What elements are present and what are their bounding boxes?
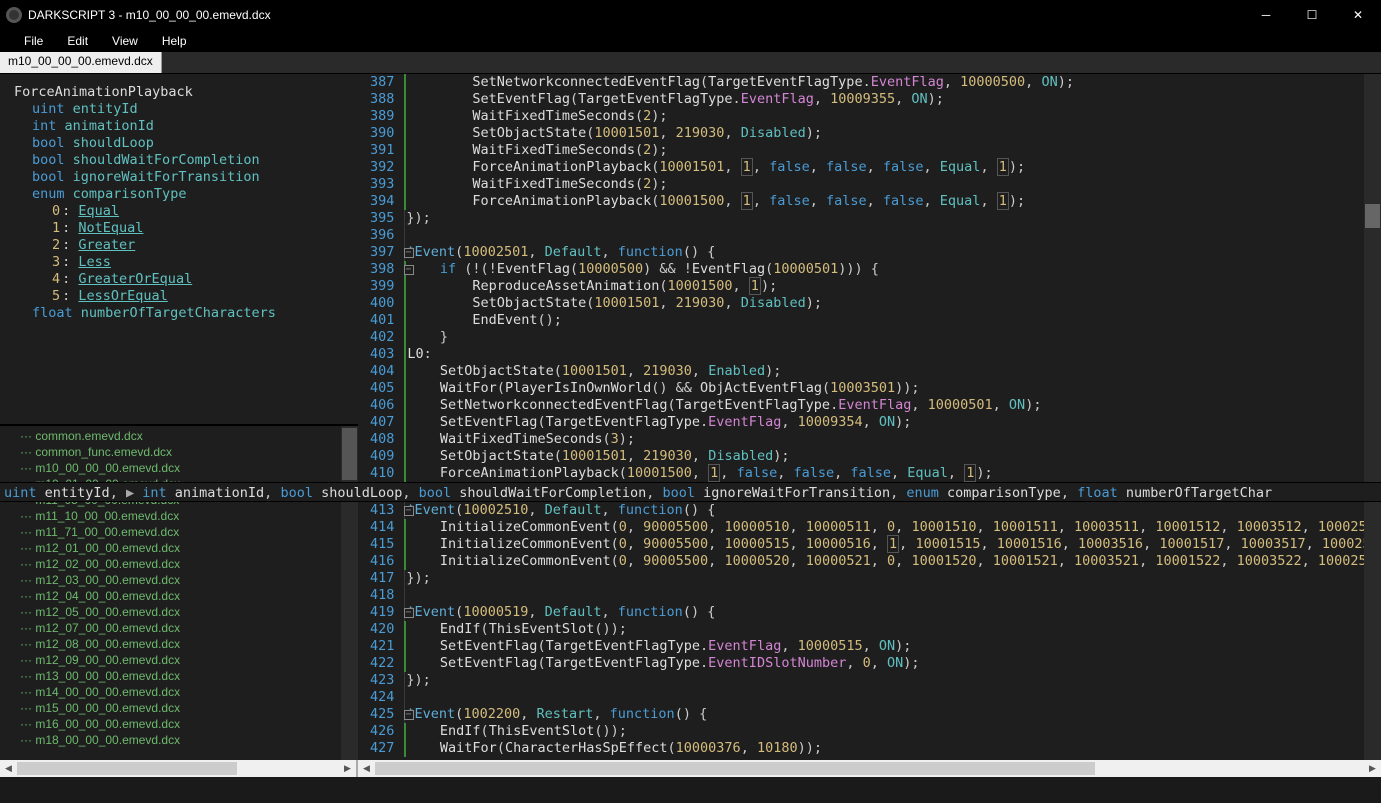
file-item[interactable]: ··· m18_00_00_00.emevd.dcx	[0, 732, 358, 748]
file-item[interactable]: ··· common_func.emevd.dcx	[0, 444, 358, 460]
file-item[interactable]: ··· m12_03_00_00.emevd.dcx	[0, 572, 358, 588]
file-item[interactable]: ··· m16_00_00_00.emevd.dcx	[0, 716, 358, 732]
window-title: DARKSCRIPT 3 - m10_00_00_00.emevd.dcx	[28, 8, 1243, 22]
file-item[interactable]: ··· m12_09_00_00.emevd.dcx	[0, 652, 358, 668]
file-item[interactable]: ··· m10_00_00_00.emevd.dcx	[0, 460, 358, 476]
tabbar: m10_00_00_00.emevd.dcx	[0, 52, 1381, 74]
menu-help[interactable]: Help	[150, 30, 199, 52]
filelist-scrollbar[interactable]	[341, 426, 358, 760]
menubar: File Edit View Help	[0, 30, 1381, 52]
file-item[interactable]: ··· m14_00_00_00.emevd.dcx	[0, 684, 358, 700]
line-gutter: 3873883893903913923933943953963973983994…	[358, 74, 402, 760]
scroll-right-icon[interactable]: ▶	[1364, 760, 1381, 777]
minimize-button[interactable]: ─	[1243, 0, 1289, 30]
file-item[interactable]: ··· m12_01_00_00.emevd.dcx	[0, 540, 358, 556]
editor-v-scrollbar[interactable]	[1364, 74, 1381, 760]
scroll-left-icon[interactable]: ◀	[0, 760, 17, 777]
close-button[interactable]: ✕	[1335, 0, 1381, 30]
file-list[interactable]: ··· common.emevd.dcx··· common_func.emev…	[0, 424, 358, 760]
code-editor[interactable]: 3873883893903913923933943953963973983994…	[358, 74, 1381, 760]
file-item[interactable]: ··· m11_10_00_00.emevd.dcx	[0, 508, 358, 524]
scroll-left-icon[interactable]: ◀	[358, 760, 375, 777]
file-item[interactable]: ··· m12_02_00_00.emevd.dcx	[0, 556, 358, 572]
file-item[interactable]: ··· m12_07_00_00.emevd.dcx	[0, 620, 358, 636]
bottom-scrollbar[interactable]: ◀ ▶ ◀ ▶	[0, 760, 1381, 777]
tab-active[interactable]: m10_00_00_00.emevd.dcx	[0, 52, 162, 73]
menu-view[interactable]: View	[100, 30, 150, 52]
file-item[interactable]: ··· m11_71_00_00.emevd.dcx	[0, 524, 358, 540]
file-item[interactable]: ··· m12_05_00_00.emevd.dcx	[0, 604, 358, 620]
menu-edit[interactable]: Edit	[55, 30, 100, 52]
outline-panel: ForceAnimationPlaybackuint entityIdint a…	[0, 74, 358, 424]
file-item[interactable]: ··· m12_04_00_00.emevd.dcx	[0, 588, 358, 604]
file-item[interactable]: ··· m12_08_00_00.emevd.dcx	[0, 636, 358, 652]
file-item[interactable]: ··· m15_00_00_00.emevd.dcx	[0, 700, 358, 716]
file-item[interactable]: ··· m13_00_00_00.emevd.dcx	[0, 668, 358, 684]
signature-hint: uint entityId, ▶ int animationId, bool s…	[0, 482, 1381, 502]
file-item[interactable]: ··· common.emevd.dcx	[0, 428, 358, 444]
titlebar: DARKSCRIPT 3 - m10_00_00_00.emevd.dcx ─ …	[0, 0, 1381, 30]
app-icon	[6, 7, 22, 23]
menu-file[interactable]: File	[12, 30, 55, 52]
maximize-button[interactable]: ☐	[1289, 0, 1335, 30]
scroll-right-icon[interactable]: ▶	[339, 760, 356, 777]
